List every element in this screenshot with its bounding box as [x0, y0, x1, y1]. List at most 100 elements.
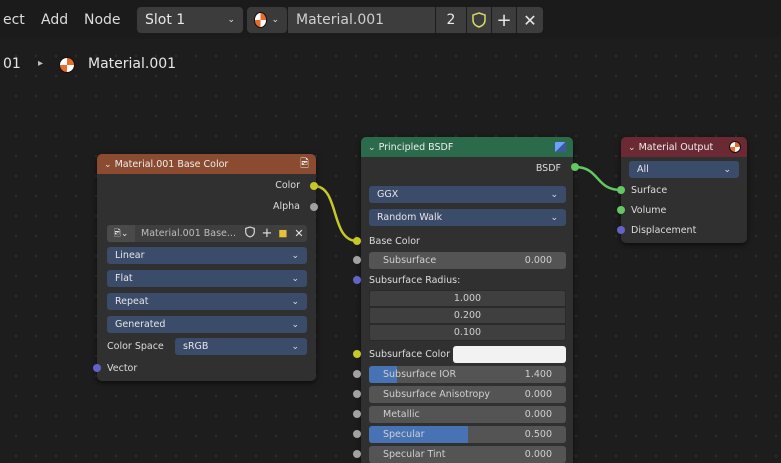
- output-target-value: All: [637, 164, 649, 175]
- node-preview-icon[interactable]: [555, 142, 566, 152]
- specular-field[interactable]: Specular 0.500: [369, 426, 566, 443]
- specular-label: Specular: [383, 429, 425, 440]
- source-value: Generated: [115, 319, 166, 330]
- material-output-node[interactable]: ⌄ Material Output All ⌄ Surface Volume Di…: [621, 137, 747, 243]
- subsurface-anisotropy-value: 0.000: [524, 389, 552, 400]
- image-node-header[interactable]: ⌄ Material.001 Base Color 🖻: [97, 154, 316, 174]
- radius-x-value: 1.000: [453, 293, 482, 304]
- plus-icon[interactable]: +: [259, 226, 275, 241]
- subsurface-radius-label: Subsurface Radius:: [369, 275, 461, 286]
- socket-subsurface-radius-input[interactable]: [353, 276, 361, 284]
- socket-subsurface-anisotropy-input[interactable]: [353, 390, 361, 398]
- socket-bsdf-output[interactable]: [571, 163, 579, 171]
- subsurface-ior-label: Subsurface IOR: [383, 369, 457, 380]
- image-datablock-selector[interactable]: 🖻⌄ Material.001 Base... + ■ ✕: [107, 225, 307, 242]
- chevron-down-icon: ⌄: [291, 273, 299, 284]
- collapse-chevron-icon[interactable]: ⌄: [368, 143, 376, 153]
- subsurface-value: 0.000: [524, 255, 552, 266]
- interpolation-value: Linear: [115, 250, 145, 261]
- radius-y-value: 0.200: [453, 310, 482, 321]
- specular-tint-value: 0.000: [524, 449, 552, 460]
- metallic-label: Metallic: [383, 409, 420, 420]
- subsurface-color-label: Subsurface Color: [369, 349, 451, 360]
- subsurface-method-value: Random Walk: [377, 212, 443, 223]
- color-space-select[interactable]: sRGB ⌄: [175, 338, 307, 355]
- projection-value: Flat: [115, 273, 133, 284]
- extension-value: Repeat: [115, 296, 149, 307]
- specular-tint-label: Specular Tint: [383, 449, 446, 460]
- socket-vector-input[interactable]: [93, 364, 101, 372]
- folder-icon[interactable]: ■: [275, 228, 291, 239]
- input-surface-label: Surface: [631, 185, 668, 196]
- chevron-down-icon: ⌄: [291, 341, 299, 352]
- material-icon: [730, 142, 740, 152]
- socket-displacement-input[interactable]: [617, 226, 625, 234]
- image-icon: 🖻: [300, 156, 309, 170]
- socket-color-output[interactable]: [310, 182, 318, 190]
- input-volume-label: Volume: [631, 205, 667, 216]
- socket-subsurface-input[interactable]: [353, 256, 361, 264]
- source-select[interactable]: Generated ⌄: [107, 316, 307, 333]
- output-node-header[interactable]: ⌄ Material Output: [621, 137, 747, 157]
- color-space-label: Color Space: [107, 341, 164, 352]
- chevron-down-icon: ⌄: [291, 319, 299, 330]
- collapse-chevron-icon[interactable]: ⌄: [628, 143, 636, 153]
- radius-z-field[interactable]: 0.100: [369, 324, 566, 341]
- socket-alpha-output[interactable]: [310, 203, 318, 211]
- subsurface-anisotropy-label: Subsurface Anisotropy: [383, 389, 491, 400]
- output-alpha-label: Alpha: [272, 201, 300, 212]
- projection-select[interactable]: Flat ⌄: [107, 270, 307, 287]
- input-displacement-label: Displacement: [631, 225, 697, 236]
- output-target-select[interactable]: All ⌄: [629, 161, 739, 178]
- base-color-label: Base Color: [369, 236, 420, 247]
- socket-metallic-input[interactable]: [353, 410, 361, 418]
- principled-bsdf-node[interactable]: ⌄ Principled BSDF BSDF GGX ⌄ Random Walk ⌄…: [361, 137, 573, 463]
- chevron-down-icon: ⌄: [291, 250, 299, 261]
- image-browse-icon[interactable]: 🖻⌄: [107, 225, 135, 242]
- bsdf-node-header[interactable]: ⌄ Principled BSDF: [361, 137, 573, 157]
- socket-base-color-input[interactable]: [353, 237, 361, 245]
- chevron-down-icon: ⌄: [291, 296, 299, 307]
- shield-icon[interactable]: [241, 226, 259, 241]
- specular-tint-field[interactable]: Specular Tint 0.000: [369, 446, 566, 463]
- socket-specular-input[interactable]: [353, 430, 361, 438]
- node-title: Material Output: [638, 141, 714, 153]
- image-texture-node[interactable]: ⌄ Material.001 Base Color 🖻 Color Alpha …: [97, 154, 316, 381]
- socket-subsurface-color-input[interactable]: [353, 350, 361, 358]
- socket-subsurface-ior-input[interactable]: [353, 370, 361, 378]
- radius-y-field[interactable]: 0.200: [369, 307, 566, 324]
- radius-x-field[interactable]: 1.000: [369, 290, 566, 307]
- chevron-down-icon: ⌄: [550, 189, 558, 200]
- metallic-value: 0.000: [524, 409, 552, 420]
- radius-z-value: 0.100: [453, 327, 482, 338]
- color-space-value: sRGB: [183, 341, 209, 352]
- metallic-field[interactable]: Metallic 0.000: [369, 406, 566, 423]
- input-vector-label: Vector: [107, 363, 138, 374]
- subsurface-color-swatch[interactable]: [453, 346, 566, 363]
- extension-select[interactable]: Repeat ⌄: [107, 293, 307, 310]
- close-icon[interactable]: ✕: [291, 227, 307, 240]
- subsurface-label: Subsurface: [383, 255, 437, 266]
- subsurface-ior-field[interactable]: Subsurface IOR 1.400: [369, 366, 566, 383]
- distribution-select[interactable]: GGX ⌄: [369, 186, 566, 203]
- subsurface-field[interactable]: Subsurface 0.000: [369, 252, 566, 269]
- socket-surface-input[interactable]: [617, 186, 625, 194]
- chevron-down-icon: ⌄: [723, 164, 731, 175]
- interpolation-select[interactable]: Linear ⌄: [107, 247, 307, 264]
- subsurface-method-select[interactable]: Random Walk ⌄: [369, 209, 566, 226]
- node-title: Material.001 Base Color: [114, 158, 229, 170]
- chevron-down-icon: ⌄: [550, 212, 558, 223]
- distribution-value: GGX: [377, 189, 399, 200]
- link-bsdf-surface: [574, 165, 622, 192]
- output-color-label: Color: [275, 180, 300, 191]
- collapse-chevron-icon[interactable]: ⌄: [104, 160, 112, 170]
- specular-value: 0.500: [524, 429, 552, 440]
- subsurface-ior-value: 1.400: [524, 369, 552, 380]
- link-color-basecolor: [313, 184, 358, 243]
- subsurface-anisotropy-field[interactable]: Subsurface Anisotropy 0.000: [369, 386, 566, 403]
- socket-specular-tint-input[interactable]: [353, 450, 361, 458]
- node-title: Principled BSDF: [378, 141, 454, 153]
- image-name[interactable]: Material.001 Base...: [135, 228, 241, 239]
- socket-volume-input[interactable]: [617, 206, 625, 214]
- output-bsdf-label: BSDF: [535, 163, 561, 174]
